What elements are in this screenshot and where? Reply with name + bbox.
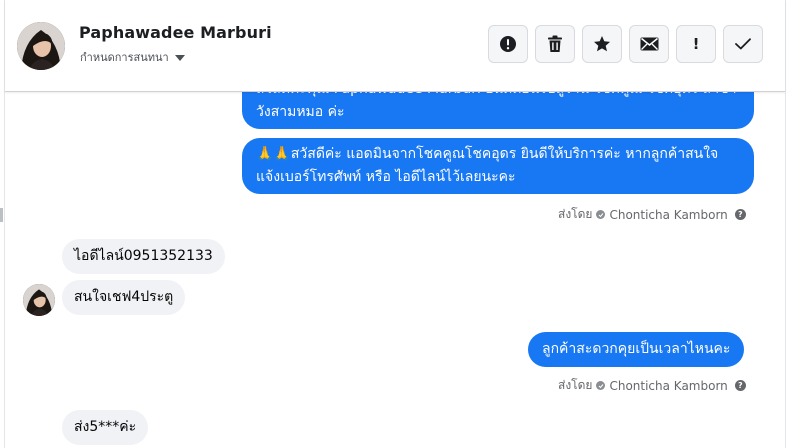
message-text: สวัสดีค่ะ แอดมินจากโชคคูณโชคอุดร ยินดีให…	[256, 146, 719, 185]
sender-avatar[interactable]	[23, 284, 55, 316]
contact-avatar[interactable]	[17, 22, 65, 70]
check-icon	[735, 38, 751, 50]
conversation-status-label: กำหนดการสนทนา	[80, 51, 169, 64]
agent-name: Chonticha Kamborn	[609, 378, 728, 393]
incoming-message: ส่ง5***ค่ะ	[62, 410, 149, 445]
star-icon	[594, 36, 610, 52]
caret-down-icon	[174, 54, 185, 61]
sent-by-label: ส่งโดย Chonticha Kamborn ?	[558, 205, 746, 224]
agent-name: Chonticha Kamborn	[609, 207, 728, 222]
help-icon[interactable]: ?	[734, 209, 746, 220]
message-text: ไอดีไลน์0951352133	[74, 248, 213, 264]
mark-done-button[interactable]	[723, 25, 763, 63]
exclamation-icon: !	[692, 35, 700, 53]
panel-resize-handle[interactable]	[0, 208, 3, 222]
agent-badge-icon	[596, 210, 606, 219]
message-text: ส่ง5***ค่ะ	[74, 419, 137, 435]
message-thread[interactable]: สวัสดีค่ะคุณ Paphawadee Marburi ยินดีต้อ…	[5, 91, 785, 448]
agent-badge-icon	[596, 381, 606, 390]
report-button[interactable]	[488, 25, 528, 63]
follow-up-button[interactable]: !	[676, 25, 716, 63]
message-text: สวัสดีค่ะคุณ Paphawadee Marburi ยินดีต้อ…	[256, 91, 737, 120]
outgoing-message: 🙏🙏สวัสดีค่ะ แอดมินจากโชคคูณโชคอุดร ยินดี…	[242, 138, 754, 194]
conversation-status-dropdown[interactable]: กำหนดการสนทนา	[80, 48, 185, 66]
message-text: สนใจเชฟ4ประตู	[74, 289, 174, 305]
pray-emoji-icon: 🙏🙏	[256, 146, 291, 162]
trash-icon	[548, 35, 562, 52]
help-icon[interactable]: ?	[734, 380, 746, 391]
outgoing-message: สวัสดีค่ะคุณ Paphawadee Marburi ยินดีต้อ…	[242, 91, 754, 129]
message-text: ลูกค้าสะดวกคุยเป็นเวลาไหนคะ	[542, 341, 731, 357]
sent-by-label: ส่งโดย Chonticha Kamborn ?	[558, 376, 746, 395]
incoming-message: สนใจเชฟ4ประตู	[62, 280, 186, 315]
incoming-message: ไอดีไลน์0951352133	[62, 239, 225, 274]
delete-button[interactable]	[535, 25, 575, 63]
mark-unread-button[interactable]	[629, 25, 669, 63]
conversation-panel: Paphawadee Marburi กำหนดการสนทนา ! วังสา…	[4, 0, 786, 448]
conversation-header: Paphawadee Marburi กำหนดการสนทนา !	[5, 0, 785, 92]
star-button[interactable]	[582, 25, 622, 63]
conversation-actions: !	[488, 25, 763, 63]
mail-icon	[640, 37, 658, 51]
contact-name: Paphawadee Marburi	[79, 23, 272, 42]
alert-circle-icon	[500, 36, 516, 52]
outgoing-message: ลูกค้าสะดวกคุยเป็นเวลาไหนคะ	[528, 332, 745, 367]
